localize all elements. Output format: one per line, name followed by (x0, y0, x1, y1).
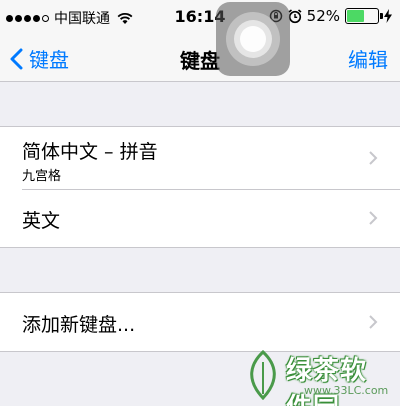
add-keyboard-group: 添加新键盘... (0, 292, 400, 352)
navigation-bar: 键盘 键盘 编辑 (0, 34, 400, 82)
list-item-keyboard-pinyin[interactable]: 简体中文 – 拼音 九宫格 (0, 127, 400, 189)
list-item-sublabel: 九宫格 (22, 169, 62, 184)
assistive-touch-button[interactable] (216, 2, 290, 76)
keyboards-list: 简体中文 – 拼音 九宫格 英文 (0, 126, 400, 248)
battery-icon (345, 8, 383, 24)
list-item-label: 简体中文 – 拼音 (22, 141, 158, 163)
page-title: 键盘 (180, 49, 220, 73)
chevron-right-icon (369, 211, 378, 225)
watermark-logo: 绿茶软件园 www.33LC.com (242, 348, 392, 406)
edit-button[interactable]: 编辑 (348, 44, 388, 73)
battery-fill (347, 10, 364, 22)
chevron-right-icon (369, 151, 378, 165)
watermark-text: 绿茶软件园 (286, 356, 368, 406)
add-keyboard-button[interactable]: 添加新键盘... (0, 293, 400, 351)
charging-bolt-icon (384, 9, 392, 23)
leaf-logo-icon (250, 350, 276, 400)
battery-percent: 52% (306, 7, 340, 25)
add-keyboard-label: 添加新键盘... (22, 314, 136, 336)
status-bar: 中国联通 16:14 52% (0, 0, 400, 34)
list-item-keyboard-english[interactable]: 英文 (0, 189, 400, 247)
watermark-url: www.33LC.com (304, 384, 389, 397)
list-item-label: 英文 (22, 210, 61, 232)
chevron-right-icon (369, 315, 378, 329)
